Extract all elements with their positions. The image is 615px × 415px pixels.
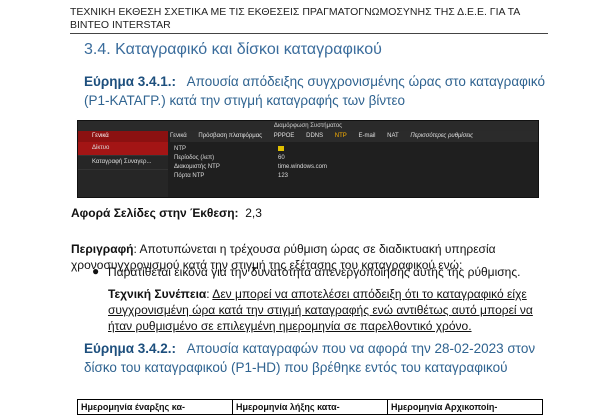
row-port: Πόρτα NTP 123 bbox=[174, 173, 289, 179]
tab-ntp: NTP bbox=[334, 133, 347, 139]
finding-3-4-2: Εύρημα 3.4.2.: Απουσία καταγραφών που να… bbox=[84, 339, 554, 377]
col-start-date: Ημερομηνία έναρξης κα- bbox=[78, 400, 233, 414]
screenshot-rows: NTP Περίοδος (λεπ) 60 Διακομιστής NTP ti… bbox=[172, 145, 538, 181]
tab-more: Περισσότερες ρυθμίσεις bbox=[410, 133, 474, 139]
screenshot-title: Διαμόρφωση Συστήματος bbox=[78, 121, 538, 131]
tab-pppoe: PPPOE bbox=[273, 133, 295, 139]
sidebar-item-network: Δίκτυο bbox=[78, 142, 168, 156]
row-ntp: NTP bbox=[172, 145, 538, 154]
sidebar-item-alarm: Καταγραφή Συναγερ... bbox=[78, 156, 168, 170]
tab-email: E-mail bbox=[358, 133, 376, 139]
header-line-2: ΒΙΝΤΕΟ INTERSTAR bbox=[70, 19, 171, 31]
tab-general: Γενικά bbox=[170, 133, 187, 139]
screenshot-sidebar: Γενικά Δίκτυο Καταγραφή Συναγερ... bbox=[78, 131, 168, 197]
col-init-date: Ημερομηνία Αρχικοποίη- bbox=[391, 402, 498, 412]
dvr-settings-screenshot: Διαμόρφωση Συστήματος Γενικά Δίκτυο Κατα… bbox=[77, 120, 539, 198]
header-divider bbox=[70, 33, 548, 34]
sidebar-head: Γενικά bbox=[78, 131, 168, 142]
row-server: Διακομιστής NTP time.windows.com bbox=[174, 164, 328, 170]
technical-consequence: Τεχνική Συνέπεια: Δεν μπορεί να αποτελέσ… bbox=[108, 287, 533, 333]
screenshot-tabs: Γενικά Πρόσβαση πλατφόρμας PPPOE DDNS NT… bbox=[170, 131, 538, 142]
bullet-icon: ● bbox=[92, 264, 100, 278]
header-line-1: ΤΕΧΝΙΚΗ ΕΚΘΕΣΗ ΣΧΕΤΙΚΑ ΜΕ ΤΙΣ ΕΚΘΕΣΕΙΣ Π… bbox=[70, 6, 521, 18]
finding-label: Εύρημα 3.4.1.: bbox=[84, 74, 177, 89]
page-header: ΤΕΧΝΙΚΗ ΕΚΘΕΣΗ ΣΧΕΤΙΚΑ ΜΕ ΤΙΣ ΕΚΘΕΣΕΙΣ Π… bbox=[70, 6, 550, 32]
finding-3-4-1: Εύρημα 3.4.1.: Απουσία απόδειξης συγχρον… bbox=[84, 72, 554, 110]
tab-nat: NAT bbox=[387, 133, 399, 139]
bullet-text: Παρατίθεται εικόνα για την δυνατότητα απ… bbox=[108, 265, 521, 279]
section-title: 3.4. Καταγραφικό και δίσκοι καταγραφικού bbox=[84, 41, 382, 58]
col-end-date: Ημερομηνία λήξης κατα- bbox=[233, 400, 388, 414]
row-period: Περίοδος (λεπ) 60 bbox=[174, 155, 285, 161]
tab-platform: Πρόσβαση πλατφόρμας bbox=[198, 133, 263, 139]
checkbox-icon bbox=[278, 145, 284, 151]
tab-ddns: DDNS bbox=[306, 133, 324, 139]
dates-table-header: Ημερομηνία έναρξης κα- Ημερομηνία λήξης … bbox=[77, 399, 543, 415]
finding-label: Εύρημα 3.4.2.: bbox=[84, 341, 177, 356]
affects-pages: Αφορά Σελίδες στην Έκθεση: 2,3 bbox=[71, 206, 262, 220]
